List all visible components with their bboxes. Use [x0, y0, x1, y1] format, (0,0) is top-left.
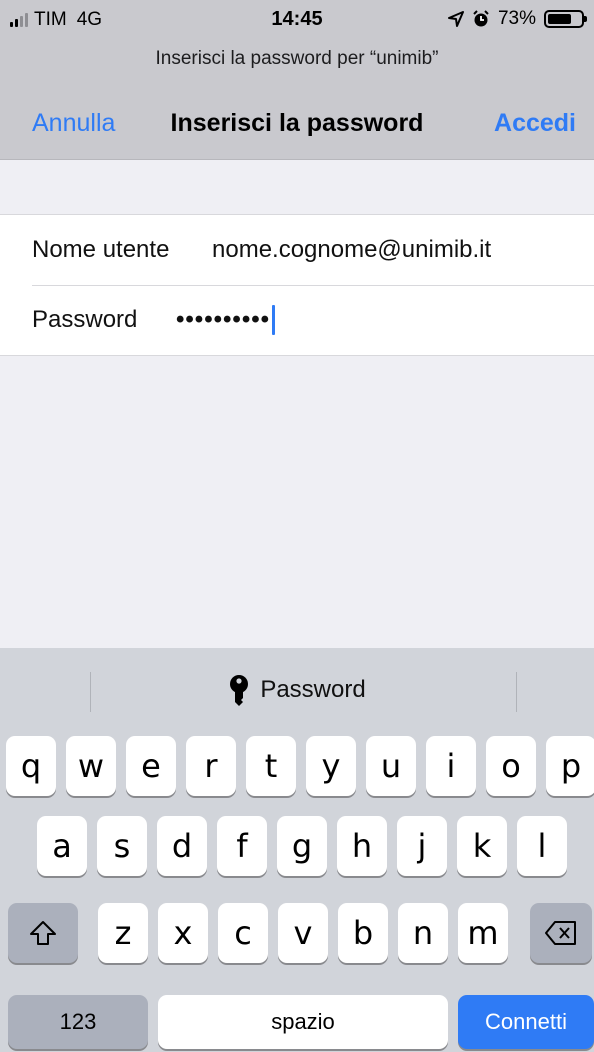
key-b[interactable]: b: [338, 903, 388, 963]
nav-bar: Annulla Inserisci la password Accedi: [0, 105, 594, 145]
key-u[interactable]: u: [366, 736, 416, 796]
password-label: Password: [32, 306, 138, 333]
alarm-icon: [473, 10, 489, 27]
key-j[interactable]: j: [397, 816, 447, 876]
backspace-icon: [545, 921, 576, 945]
key-l[interactable]: l: [517, 816, 567, 876]
password-prompt: Inserisci la password per “unimib”: [155, 48, 439, 69]
key-r[interactable]: r: [186, 736, 236, 796]
key-i[interactable]: i: [426, 736, 476, 796]
key-h[interactable]: h: [337, 816, 387, 876]
shift-key[interactable]: [8, 903, 78, 963]
suggestion-divider: [516, 672, 517, 712]
username-label: Nome utente: [32, 236, 170, 263]
key-d[interactable]: d: [157, 816, 207, 876]
network-label: 4G: [76, 9, 103, 30]
numbers-key[interactable]: 123: [8, 995, 148, 1049]
key-x[interactable]: x: [158, 903, 208, 963]
key-icon: [230, 675, 249, 706]
backspace-key[interactable]: [530, 903, 592, 963]
signal-icon: [10, 13, 28, 27]
shift-icon: [30, 921, 56, 945]
suggestion-label: Password: [260, 676, 366, 703]
key-c[interactable]: c: [218, 903, 268, 963]
key-o[interactable]: o: [486, 736, 536, 796]
key-f[interactable]: f: [217, 816, 267, 876]
key-k[interactable]: k: [457, 816, 507, 876]
key-m[interactable]: m: [458, 903, 508, 963]
battery-icon: [544, 10, 587, 28]
status-bar: TIM 4G 14:45 73%: [0, 0, 594, 40]
text-caret: [272, 305, 276, 335]
suggestion-bar: Password: [0, 648, 594, 732]
key-a[interactable]: a: [37, 816, 87, 876]
password-field[interactable]: ••••••••••: [176, 305, 276, 335]
password-autofill-suggestion[interactable]: Password: [0, 674, 594, 706]
credentials-form: Nome utente nome.cognome@unimib.it Passw…: [0, 214, 594, 356]
connect-key[interactable]: Connetti: [458, 995, 594, 1049]
key-s[interactable]: s: [97, 816, 147, 876]
key-q[interactable]: q: [6, 736, 56, 796]
cancel-button[interactable]: Annulla: [32, 109, 115, 138]
key-w[interactable]: w: [66, 736, 116, 796]
top-bar: TIM 4G 14:45 73% Inserisci la password p…: [0, 0, 594, 160]
key-g[interactable]: g: [277, 816, 327, 876]
key-n[interactable]: n: [398, 903, 448, 963]
status-right: 73%: [447, 8, 587, 30]
battery-percent: 73%: [497, 8, 536, 29]
status-left: TIM 4G: [10, 9, 102, 31]
username-row[interactable]: Nome utente nome.cognome@unimib.it: [0, 215, 594, 285]
location-arrow-icon: [447, 11, 464, 27]
carrier-label: TIM: [34, 9, 67, 30]
login-button[interactable]: Accedi: [494, 109, 576, 138]
key-v[interactable]: v: [278, 903, 328, 963]
password-dots: ••••••••••: [176, 306, 271, 333]
key-y[interactable]: y: [306, 736, 356, 796]
key-p[interactable]: p: [546, 736, 594, 796]
username-field[interactable]: nome.cognome@unimib.it: [212, 236, 491, 264]
space-key[interactable]: spazio: [158, 995, 448, 1049]
key-t[interactable]: t: [246, 736, 296, 796]
key-e[interactable]: e: [126, 736, 176, 796]
password-row[interactable]: Password ••••••••••: [0, 285, 594, 355]
key-z[interactable]: z: [98, 903, 148, 963]
